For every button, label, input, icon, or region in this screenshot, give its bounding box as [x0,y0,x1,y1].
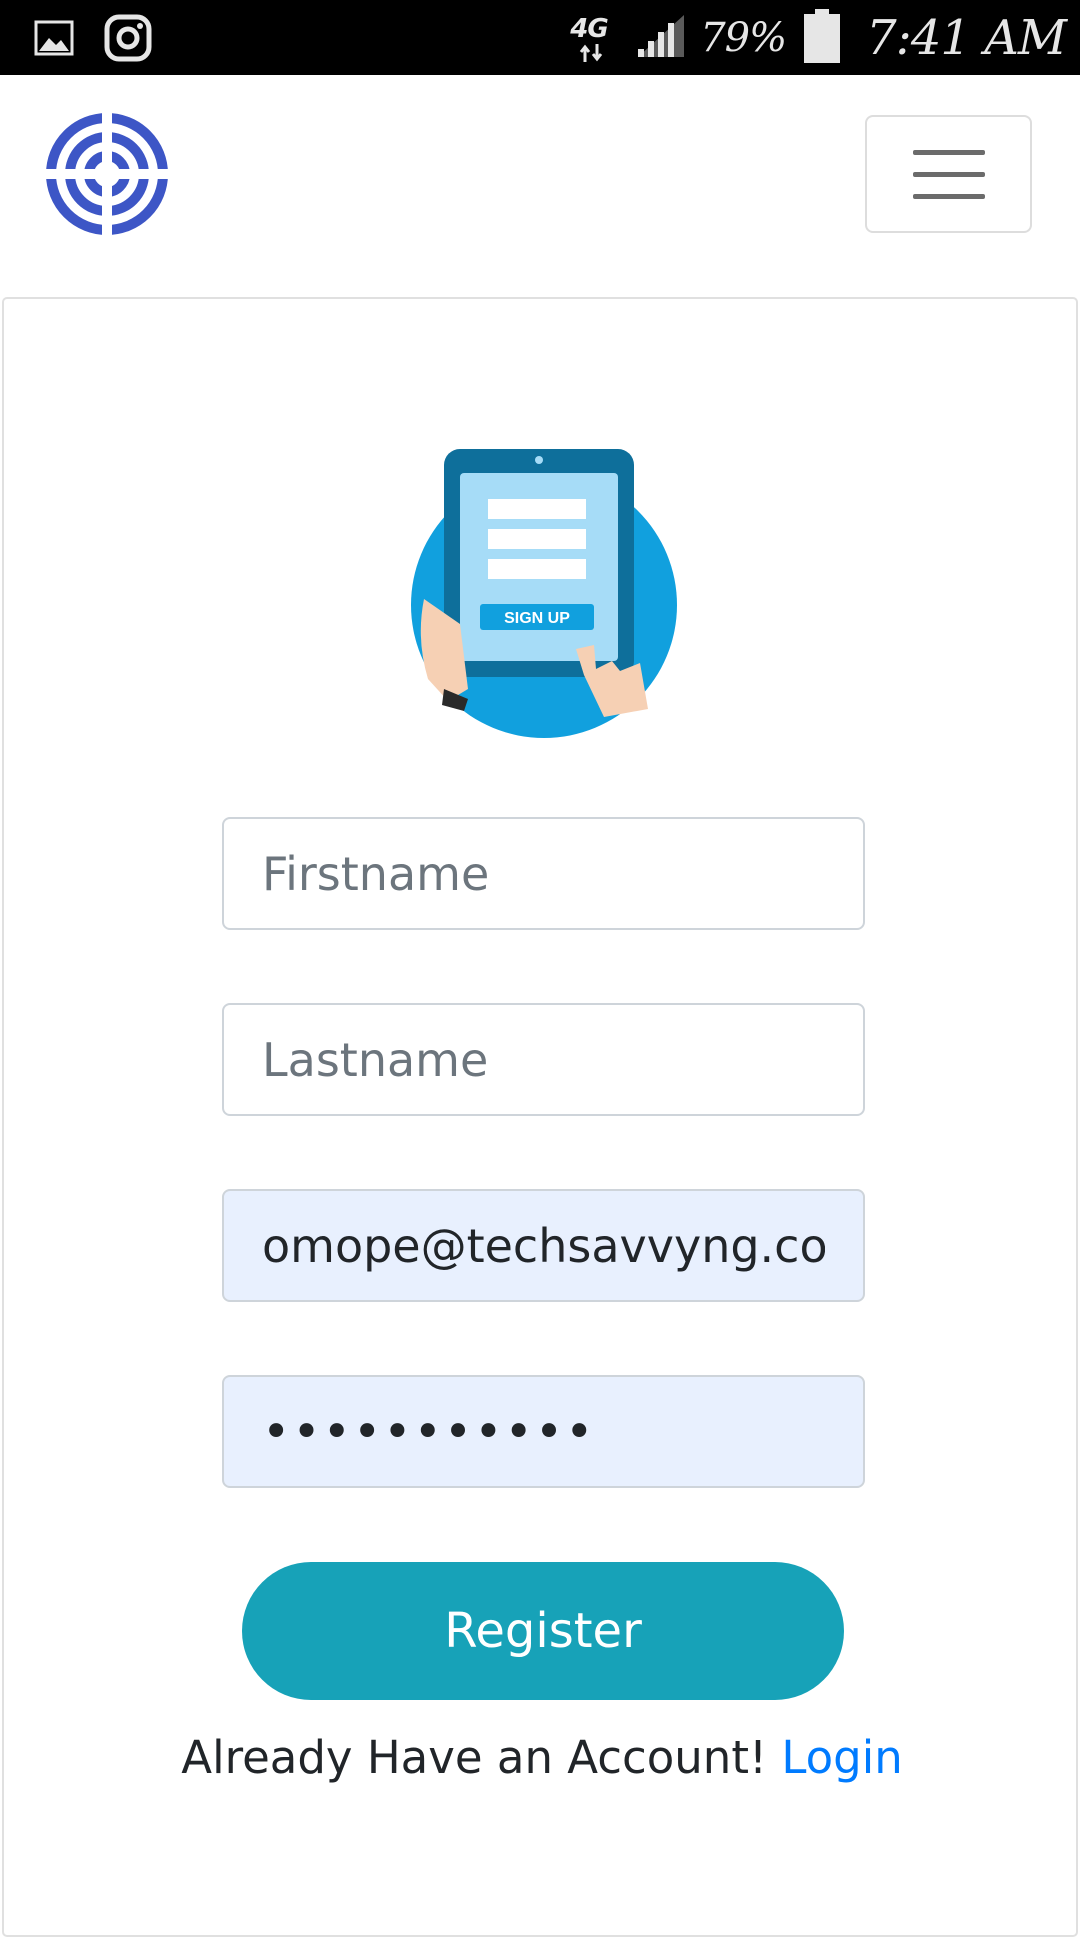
network-indicator: 4G [566,8,614,68]
login-prompt: Already Have an Account! Login [4,1731,1080,1784]
status-right: 4G 79% 7:41 AM [566,6,1067,70]
register-card: SIGN UP Register Already Have an Account… [2,297,1078,1937]
instagram-icon [104,14,152,67]
hamburger-menu-icon [912,149,985,155]
clock: 7:41 AM [866,10,1067,66]
lastname-input[interactable] [222,1003,865,1116]
status-left [34,14,152,67]
gallery-icon [34,20,74,61]
data-arrows-icon [580,44,603,62]
email-input[interactable] [222,1189,865,1302]
illustration-signup-text: SIGN UP [504,610,570,627]
menu-toggle-button[interactable] [865,115,1032,233]
account-prompt-text: Already Have an Account! [181,1731,782,1784]
signup-tablet-illustration: SIGN UP [411,449,677,738]
status-bar: 4G 79% 7:41 AM [0,0,1080,75]
login-link[interactable]: Login [781,1731,902,1784]
signal-icon [636,13,686,64]
password-input[interactable] [222,1375,865,1488]
register-button[interactable]: Register [242,1562,844,1700]
navbar [0,75,1080,297]
firstname-input[interactable] [222,817,865,930]
battery-icon [804,8,841,68]
target-logo-icon[interactable] [46,113,168,235]
network-type: 4G [570,14,608,44]
battery-percent: 79% [700,15,787,61]
